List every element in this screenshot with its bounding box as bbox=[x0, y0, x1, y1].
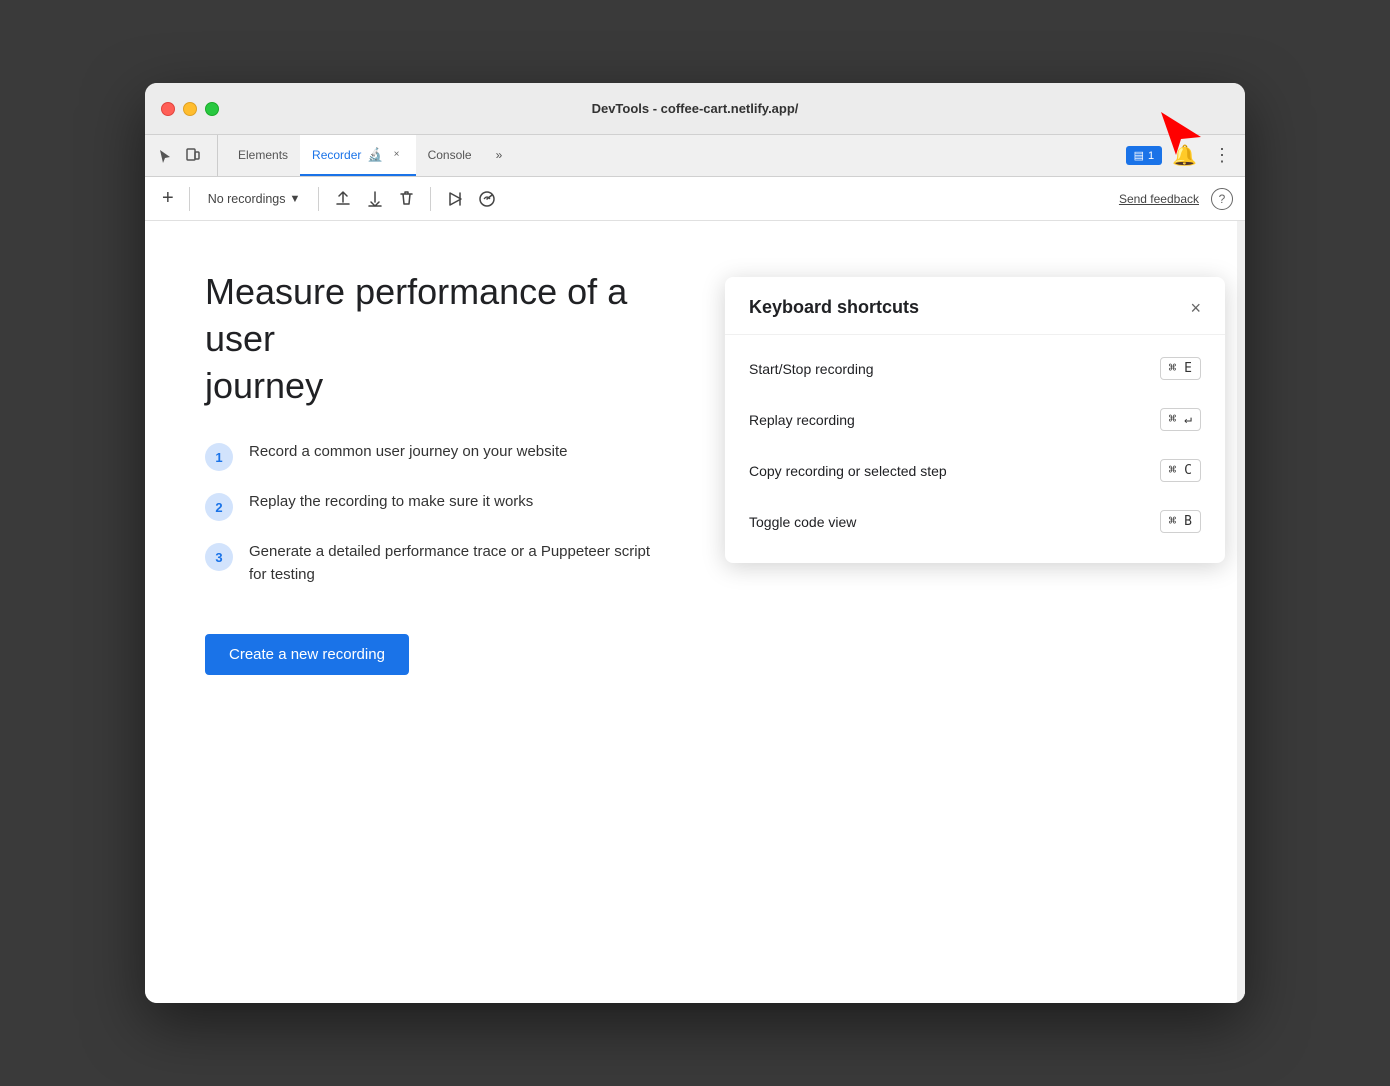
shortcut-key-3: ⌘ C bbox=[1160, 459, 1201, 482]
chevron-down-icon: ▼ bbox=[290, 193, 301, 205]
tab-recorder[interactable]: Recorder 🔬 × bbox=[300, 135, 416, 176]
title-bar: DevTools - coffee-cart.netlify.app/ bbox=[145, 83, 1245, 135]
send-feedback-button[interactable]: Send feedback bbox=[1115, 188, 1203, 210]
shortcut-label-4: Toggle code view bbox=[749, 514, 856, 530]
toolbar-right: Send feedback ? bbox=[1115, 188, 1233, 210]
toolbar-divider-2 bbox=[318, 187, 319, 211]
devtools-tabs-right: ▤ 1 🔔 ⋮ bbox=[1126, 135, 1237, 176]
tab-tools bbox=[153, 135, 218, 176]
window-title: DevTools - coffee-cart.netlify.app/ bbox=[592, 101, 799, 116]
shortcut-label-1: Start/Stop recording bbox=[749, 361, 874, 377]
recorder-toolbar: + No recordings ▼ bbox=[145, 177, 1245, 221]
export-button[interactable] bbox=[329, 185, 357, 213]
device-icon[interactable] bbox=[181, 144, 205, 168]
recordings-dropdown[interactable]: No recordings ▼ bbox=[200, 188, 309, 210]
help-button[interactable]: ? bbox=[1211, 188, 1233, 210]
recorder-tab-close[interactable]: × bbox=[390, 148, 404, 162]
tab-elements[interactable]: Elements bbox=[226, 135, 300, 176]
console-tab-label: Console bbox=[428, 148, 472, 162]
shortcuts-title: Keyboard shortcuts bbox=[749, 297, 919, 318]
shortcut-key-4: ⌘ B bbox=[1160, 510, 1201, 533]
import-button[interactable] bbox=[361, 185, 389, 213]
no-recordings-label: No recordings bbox=[208, 192, 286, 206]
step-text-1: Record a common user journey on your web… bbox=[249, 441, 568, 464]
recorder-tab-label: Recorder bbox=[312, 148, 361, 162]
main-content: Measure performance of a user journey 1 … bbox=[145, 221, 1245, 1003]
create-recording-button[interactable]: Create a new recording bbox=[205, 634, 409, 675]
badge-count: 1 bbox=[1148, 150, 1154, 162]
play-icon bbox=[446, 190, 464, 208]
close-button[interactable] bbox=[161, 102, 175, 116]
recorder-heading: Measure performance of a user journey bbox=[205, 269, 705, 409]
shortcut-key-1: ⌘ E bbox=[1160, 357, 1201, 380]
more-tabs-label: » bbox=[496, 148, 503, 162]
badge-icon: ▤ bbox=[1134, 149, 1144, 162]
devtools-tab-bar: Elements Recorder 🔬 × Console » ▤ 1 🔔 bbox=[145, 135, 1245, 177]
recorder-tab-icon: 🔬 bbox=[367, 147, 383, 163]
delete-button[interactable] bbox=[393, 185, 420, 212]
shortcuts-header: Keyboard shortcuts × bbox=[725, 277, 1225, 335]
notification-area: 🔔 bbox=[1168, 139, 1201, 172]
traffic-lights bbox=[161, 102, 219, 116]
devtools-more-button[interactable]: ⋮ bbox=[1207, 143, 1237, 168]
step-number-2: 2 bbox=[205, 493, 233, 521]
tab-console[interactable]: Console bbox=[416, 135, 484, 176]
performance-button[interactable] bbox=[473, 185, 501, 213]
notifications-badge[interactable]: ▤ 1 bbox=[1126, 146, 1163, 165]
shortcut-row-2: Replay recording ⌘ ↵ bbox=[725, 394, 1225, 445]
bell-icon-button[interactable]: 🔔 bbox=[1168, 139, 1201, 172]
upload-icon bbox=[334, 190, 352, 208]
step-number-3: 3 bbox=[205, 543, 233, 571]
replay-button[interactable] bbox=[441, 185, 469, 213]
add-recording-button[interactable]: + bbox=[157, 182, 179, 215]
shortcut-label-2: Replay recording bbox=[749, 412, 855, 428]
tab-more[interactable]: » bbox=[484, 135, 515, 176]
minimize-button[interactable] bbox=[183, 102, 197, 116]
download-icon bbox=[366, 190, 384, 208]
toolbar-divider-3 bbox=[430, 187, 431, 211]
devtools-window: DevTools - coffee-cart.netlify.app/ Elem… bbox=[145, 83, 1245, 1003]
shortcut-row-1: Start/Stop recording ⌘ E bbox=[725, 343, 1225, 394]
trash-icon bbox=[398, 190, 415, 207]
performance-icon bbox=[478, 190, 496, 208]
shortcut-row-3: Copy recording or selected step ⌘ C bbox=[725, 445, 1225, 496]
shortcut-row-4: Toggle code view ⌘ B bbox=[725, 496, 1225, 547]
maximize-button[interactable] bbox=[205, 102, 219, 116]
step-text-3: Generate a detailed performance trace or… bbox=[249, 541, 669, 586]
shortcuts-close-button[interactable]: × bbox=[1190, 299, 1201, 317]
elements-tab-label: Elements bbox=[238, 148, 288, 162]
shortcut-label-3: Copy recording or selected step bbox=[749, 463, 947, 479]
shortcut-key-2: ⌘ ↵ bbox=[1160, 408, 1201, 431]
scrollbar[interactable] bbox=[1237, 221, 1245, 1003]
toolbar-divider-1 bbox=[189, 187, 190, 211]
question-icon: ? bbox=[1219, 192, 1226, 206]
step-text-2: Replay the recording to make sure it wor… bbox=[249, 491, 533, 514]
cursor-icon[interactable] bbox=[153, 144, 177, 168]
step-number-1: 1 bbox=[205, 443, 233, 471]
shortcuts-panel: Keyboard shortcuts × Start/Stop recordin… bbox=[725, 277, 1225, 563]
shortcuts-list: Start/Stop recording ⌘ E Replay recordin… bbox=[725, 335, 1225, 563]
plus-icon: + bbox=[162, 187, 174, 210]
